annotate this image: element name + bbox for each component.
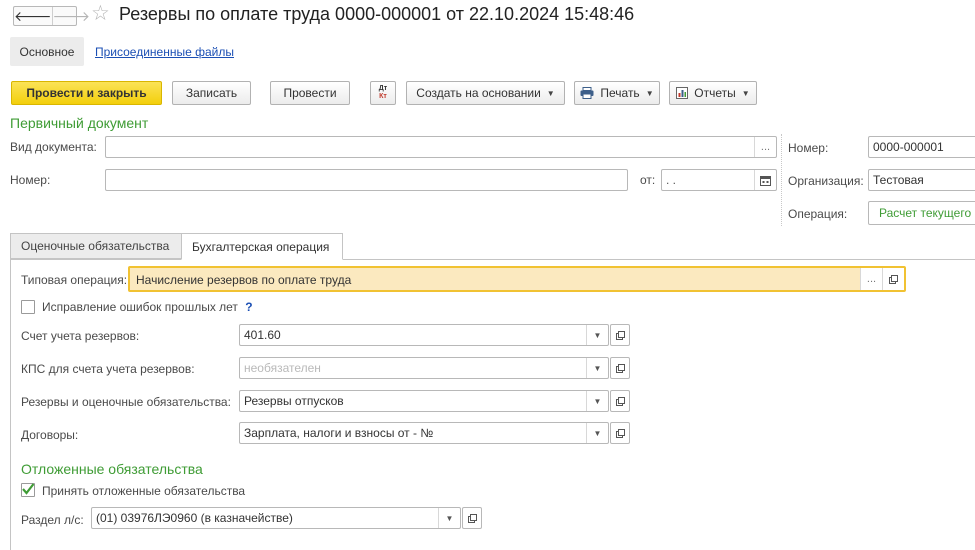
dt-kt-button[interactable]: Дт Кт — [370, 81, 396, 105]
tab-accounting-operation[interactable]: Бухгалтерская операция — [181, 233, 343, 260]
chevron-down-icon: ▼ — [645, 88, 654, 98]
favorite-star-icon[interactable]: ☆ — [91, 3, 110, 24]
primary-number-field[interactable] — [105, 169, 628, 191]
kps-placeholder: необязателен — [244, 361, 321, 375]
save-label: Записать — [185, 86, 238, 100]
printer-icon — [580, 87, 594, 99]
post-button[interactable]: Провести — [270, 81, 350, 105]
section-ls-label: Раздел л/с: — [21, 513, 84, 527]
reports-label: Отчеты — [694, 86, 736, 100]
create-based-on-button[interactable]: Создать на основании ▼ — [406, 81, 565, 105]
doc-number-label: Номер: — [788, 141, 829, 155]
fix-errors-text: Исправление ошибок прошлых лет — [42, 300, 238, 314]
back-arrow-icon[interactable]: 🡐 — [14, 7, 52, 25]
typical-operation-label: Типовая операция: — [21, 273, 128, 287]
organization-field[interactable]: Тестовая — [868, 169, 975, 191]
section-ls-value: (01) 03976ЛЭ0960 (в казначействе) — [96, 511, 293, 525]
reserves-value: Резервы отпусков — [244, 394, 344, 408]
reserve-account-label: Счет учета резервов: — [21, 329, 140, 343]
doc-type-select-button[interactable]: ... — [754, 137, 776, 157]
dt-label: Дт — [378, 85, 388, 92]
page-title: Резервы по оплате труда 0000-000001 от 2… — [119, 4, 635, 24]
open-window-icon — [615, 330, 625, 340]
doc-type-label: Вид документа: — [10, 140, 97, 154]
typical-operation-open-button[interactable] — [882, 268, 904, 290]
contracts-open-button[interactable] — [610, 422, 630, 444]
tab-estimated-liabilities[interactable]: Оценочные обязательства — [10, 233, 182, 259]
reserve-account-field[interactable]: 401.60 ▼ — [239, 324, 609, 346]
open-window-icon — [615, 396, 625, 406]
tab-estimated-liabilities-label: Оценочные обязательства — [21, 239, 170, 253]
organization-value: Тестовая — [873, 173, 924, 187]
organization-label: Организация: — [788, 174, 864, 188]
reports-button[interactable]: Отчеты ▼ — [669, 81, 757, 105]
chevron-down-icon: ▼ — [741, 88, 750, 98]
section-ls-field[interactable]: (01) 03976ЛЭ0960 (в казначействе) ▼ — [91, 507, 461, 529]
contracts-value: Зарплата, налоги и взносы от - № — [244, 426, 434, 440]
kps-field[interactable]: необязателен ▼ — [239, 357, 609, 379]
accept-deferred-label: Принять отложенные обязательства — [42, 484, 246, 498]
column-divider — [781, 134, 782, 226]
open-window-icon — [615, 363, 625, 373]
calendar-icon — [760, 175, 771, 186]
operation-field[interactable]: Расчет текущего — [868, 201, 975, 225]
forward-arrow-icon[interactable]: 🡒 — [51, 7, 90, 25]
accept-deferred-checkbox[interactable] — [21, 483, 35, 497]
checkmark-icon — [22, 483, 35, 495]
post-and-close-label: Провести и закрыть — [26, 86, 147, 100]
kt-label: Кт — [379, 93, 387, 100]
reserves-field[interactable]: Резервы отпусков ▼ — [239, 390, 609, 412]
reserve-account-open-button[interactable] — [610, 324, 630, 346]
typical-operation-value: Начисление резервов по оплате труда — [136, 273, 352, 287]
reserve-account-value: 401.60 — [244, 328, 281, 342]
tab-main[interactable]: Основное — [10, 37, 84, 66]
tab-attached-files[interactable]: Присоединенные файлы — [95, 45, 234, 59]
help-icon[interactable]: ? — [245, 300, 252, 314]
date-label: от: — [640, 173, 656, 187]
fix-errors-label: Исправление ошибок прошлых лет ? — [42, 300, 253, 314]
report-chart-icon — [676, 87, 689, 99]
operation-label: Операция: — [788, 207, 848, 221]
print-button[interactable]: Печать ▼ — [574, 81, 660, 105]
open-window-icon — [889, 274, 898, 284]
open-window-icon — [467, 513, 477, 523]
doc-number-field[interactable]: 0000-000001 — [868, 136, 975, 158]
history-nav: 🡐 🡒 — [13, 6, 90, 26]
reserve-account-dropdown[interactable]: ▼ — [586, 325, 608, 345]
create-based-on-label: Создать на основании — [416, 86, 541, 100]
open-window-icon — [615, 428, 625, 438]
operation-value: Расчет текущего — [879, 206, 972, 220]
ellipsis-icon: ... — [760, 141, 771, 153]
section-ls-dropdown[interactable]: ▼ — [438, 508, 460, 528]
doc-type-field[interactable]: ... — [105, 136, 777, 158]
fix-errors-checkbox[interactable] — [21, 300, 35, 314]
date-field[interactable]: . . — [661, 169, 777, 191]
save-button[interactable]: Записать — [172, 81, 251, 105]
typical-operation-select-button[interactable]: ... — [860, 268, 882, 290]
contracts-label: Договоры: — [21, 428, 79, 442]
doc-number-value: 0000-000001 — [873, 140, 944, 154]
post-and-close-button[interactable]: Провести и закрыть — [11, 81, 162, 105]
dt-kt-icon: Дт Кт — [379, 85, 387, 101]
tab-accounting-operation-label: Бухгалтерская операция — [192, 239, 330, 254]
ellipsis-icon: ... — [866, 273, 877, 285]
kps-open-button[interactable] — [610, 357, 630, 379]
section-ls-open-button[interactable] — [462, 507, 482, 529]
typical-operation-field[interactable]: Начисление резервов по оплате труда ... — [128, 266, 906, 292]
print-label: Печать — [600, 86, 640, 100]
primary-number-label: Номер: — [10, 173, 51, 187]
post-label: Провести — [283, 86, 337, 100]
reserves-dropdown[interactable]: ▼ — [586, 391, 608, 411]
contracts-field[interactable]: Зарплата, налоги и взносы от - № ▼ — [239, 422, 609, 444]
contracts-dropdown[interactable]: ▼ — [586, 423, 608, 443]
chevron-down-icon: ▼ — [546, 88, 555, 98]
primary-document-header: Первичный документ — [10, 115, 149, 131]
kps-dropdown[interactable]: ▼ — [586, 358, 608, 378]
reserves-open-button[interactable] — [610, 390, 630, 412]
deferred-liabilities-header: Отложенные обязательства — [21, 461, 203, 477]
calendar-button[interactable] — [754, 170, 776, 190]
reserves-label: Резервы и оценочные обязательства: — [21, 395, 231, 409]
kps-label: КПС для счета учета резервов: — [21, 362, 195, 376]
